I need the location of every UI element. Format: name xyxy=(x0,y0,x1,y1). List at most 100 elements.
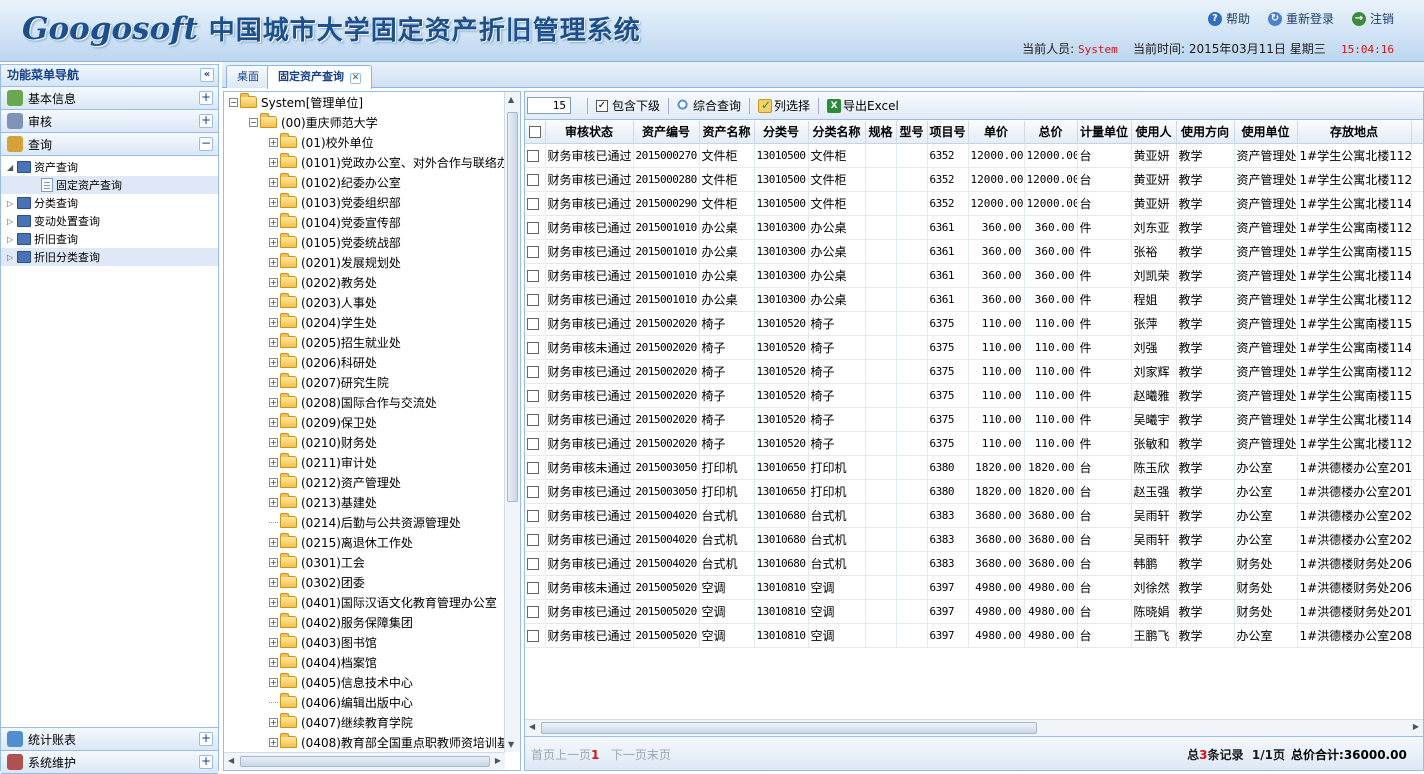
tab-asset-query[interactable]: 固定资产查询 ✕ xyxy=(267,65,372,89)
row-checkbox-cell[interactable] xyxy=(525,167,546,192)
scroll-up-icon[interactable]: ▲ xyxy=(508,95,514,104)
org-tree-node[interactable]: + (0211)审计处 xyxy=(224,452,505,472)
expand-toggle-icon[interactable]: + xyxy=(269,377,278,387)
org-tree-node[interactable]: + (0405)信息技术中心 xyxy=(224,672,505,692)
row-checkbox-cell[interactable] xyxy=(525,455,546,480)
row-checkbox-cell[interactable] xyxy=(525,551,546,576)
column-header[interactable]: 资产编号 xyxy=(633,121,700,144)
expand-toggle-icon[interactable]: + xyxy=(269,717,278,727)
column-header[interactable]: 计量单位 xyxy=(1077,121,1132,144)
org-tree-node[interactable]: + (0215)离退休工作处 xyxy=(224,532,505,552)
expand-toggle-icon[interactable]: + xyxy=(269,617,278,627)
org-tree-node[interactable]: + (0205)招生就业处 xyxy=(224,332,505,352)
org-tree-node[interactable]: + (0207)研究生院 xyxy=(224,372,505,392)
table-row[interactable]: 财务审核已通过 2015004020 台式机 13010680 台式机 6383 3680.… xyxy=(525,503,1423,528)
expand-toggle-icon[interactable]: + xyxy=(269,217,278,227)
column-header[interactable]: 使用方向 xyxy=(1176,121,1235,144)
table-row[interactable]: 财务审核已通过 2015001010 办公桌 13010300 办公桌 6361 360.0… xyxy=(525,215,1423,240)
row-checkbox[interactable] xyxy=(527,341,539,354)
column-header[interactable]: 项目号 xyxy=(927,121,969,144)
org-tree-node[interactable]: + (0105)党委统战部 xyxy=(224,232,505,252)
column-header[interactable]: 使用单位 xyxy=(1234,121,1298,144)
column-header[interactable]: 审核状态 xyxy=(545,121,634,144)
expand-toggle-icon[interactable]: + xyxy=(269,237,278,247)
expand-toggle-icon[interactable]: + xyxy=(269,177,278,187)
org-tree-node[interactable]: + (0102)纪委办公室 xyxy=(224,172,505,192)
table-row[interactable]: 财务审核已通过 2015001010 办公桌 13010300 办公桌 6361 360.0… xyxy=(525,263,1423,288)
row-checkbox[interactable] xyxy=(527,461,539,474)
org-tree-node[interactable]: − (00)重庆师范大学 xyxy=(224,112,505,132)
section-toggle-button[interactable]: − xyxy=(199,137,213,151)
org-tree-node[interactable]: + (0104)党委宣传部 xyxy=(224,212,505,232)
close-tab-icon[interactable]: ✕ xyxy=(350,73,361,84)
nav-tree-item[interactable]: ▷ 变动处置查询 xyxy=(1,212,218,230)
row-checkbox-cell[interactable] xyxy=(525,431,546,456)
last-page-link[interactable]: 末页 xyxy=(647,748,671,762)
org-tree-vscrollbar[interactable]: ▲ ▼ xyxy=(504,92,520,752)
table-row[interactable]: 财务审核已通过 2015004020 台式机 13010680 台式机 6383 3680.… xyxy=(525,551,1423,576)
nav-section-report[interactable]: 统计账表 + xyxy=(1,728,218,751)
first-page-link[interactable]: 首页 xyxy=(531,748,555,762)
row-checkbox-cell[interactable] xyxy=(525,503,546,528)
nav-tree-item[interactable]: ▷ 折旧查询 xyxy=(1,230,218,248)
nav-tree-item[interactable]: ▷ 折旧分类查询 xyxy=(1,248,218,266)
table-row[interactable]: 财务审核已通过 2015004020 台式机 13010680 台式机 6383 3680.… xyxy=(525,527,1423,552)
expand-toggle-icon[interactable]: + xyxy=(269,457,278,467)
nav-tree-item[interactable]: ▷ 分类查询 xyxy=(1,194,218,212)
expand-toggle-icon[interactable]: + xyxy=(269,637,278,647)
table-row[interactable]: 财务审核已通过 2015000270 文件柜 13010500 文件柜 6352 12000… xyxy=(525,143,1423,168)
column-header[interactable]: 总价 xyxy=(1024,121,1078,144)
include-sub-checkbox[interactable]: ✓ 包含下级 xyxy=(596,97,660,114)
column-header[interactable]: 使用人 xyxy=(1131,121,1177,144)
column-header[interactable]: 资产名称 xyxy=(699,121,755,144)
row-checkbox[interactable] xyxy=(527,413,539,426)
row-checkbox[interactable] xyxy=(527,437,539,450)
scroll-left-icon[interactable]: ◀ xyxy=(529,722,535,731)
org-tree-hscroll-thumb[interactable] xyxy=(240,756,490,767)
scroll-right-icon[interactable]: ▶ xyxy=(495,756,501,765)
row-checkbox[interactable] xyxy=(527,509,539,522)
org-tree-node[interactable]: + (0103)党委组织部 xyxy=(224,192,505,212)
table-row[interactable]: 财务审核未通过 2015005020 空调 13010810 空调 6397 4980.00… xyxy=(525,575,1423,600)
org-tree-node[interactable]: + (0101)党政办公室、对外合作与联络办 xyxy=(224,152,505,172)
expand-toggle-icon[interactable]: + xyxy=(269,597,278,607)
row-checkbox[interactable] xyxy=(527,149,539,162)
column-header[interactable]: 存放地点 xyxy=(1297,121,1412,144)
org-tree-node[interactable]: (0406)编辑出版中心 xyxy=(224,692,505,712)
row-checkbox-cell[interactable] xyxy=(525,479,546,504)
grid-hscroll-thumb[interactable] xyxy=(541,722,1037,734)
nav-tree-item[interactable]: 固定资产查询 xyxy=(1,176,218,194)
row-checkbox-cell[interactable] xyxy=(525,287,546,312)
expand-toggle-icon[interactable]: + xyxy=(269,257,278,267)
org-tree-node[interactable]: + (0206)科研处 xyxy=(224,352,505,372)
include-sub-check-icon[interactable]: ✓ xyxy=(596,99,608,112)
expand-toggle-icon[interactable]: + xyxy=(269,657,278,667)
row-checkbox[interactable] xyxy=(527,197,539,210)
column-select-button[interactable]: ✓ 列选择 xyxy=(758,97,810,114)
row-checkbox[interactable] xyxy=(527,485,539,498)
nav-tree-item[interactable]: ◢ 资产查询 xyxy=(1,158,218,176)
org-tree-node[interactable]: + (0407)继续教育学院 xyxy=(224,712,505,732)
section-toggle-button[interactable]: + xyxy=(199,755,213,769)
logout-link[interactable]: → 注销 xyxy=(1351,10,1394,27)
prev-page-link[interactable]: 上一页 xyxy=(555,748,591,762)
org-tree-node[interactable]: + (0202)教务处 xyxy=(224,272,505,292)
expand-toggle-icon[interactable]: + xyxy=(269,557,278,567)
org-tree-node[interactable]: + (0403)图书馆 xyxy=(224,632,505,652)
expand-toggle-icon[interactable]: + xyxy=(269,477,278,487)
table-row[interactable]: 财务审核已通过 2015002020 椅子 13010520 椅子 6375 110.00 1… xyxy=(525,311,1423,336)
relogin-link[interactable]: ↻ 重新登录 xyxy=(1267,10,1334,27)
row-checkbox[interactable] xyxy=(527,245,539,258)
row-checkbox[interactable] xyxy=(527,557,539,570)
table-row[interactable]: 财务审核已通过 2015000280 文件柜 13010500 文件柜 6352 12000… xyxy=(525,167,1423,192)
nav-section-audit[interactable]: 审核 + xyxy=(1,110,218,133)
expand-toggle-icon[interactable]: + xyxy=(269,317,278,327)
org-tree-node[interactable]: + (0201)发展规划处 xyxy=(224,252,505,272)
expand-arrow-icon[interactable]: ▷ xyxy=(7,235,17,244)
table-row[interactable]: 财务审核已通过 2015002020 椅子 13010520 椅子 6375 110.00 1… xyxy=(525,383,1423,408)
section-toggle-button[interactable]: + xyxy=(199,91,213,105)
row-checkbox[interactable] xyxy=(527,365,539,378)
export-excel-button[interactable]: X 导出Excel xyxy=(827,97,899,114)
row-checkbox-cell[interactable] xyxy=(525,599,546,624)
nav-section-query[interactable]: 查询 − xyxy=(1,133,218,156)
